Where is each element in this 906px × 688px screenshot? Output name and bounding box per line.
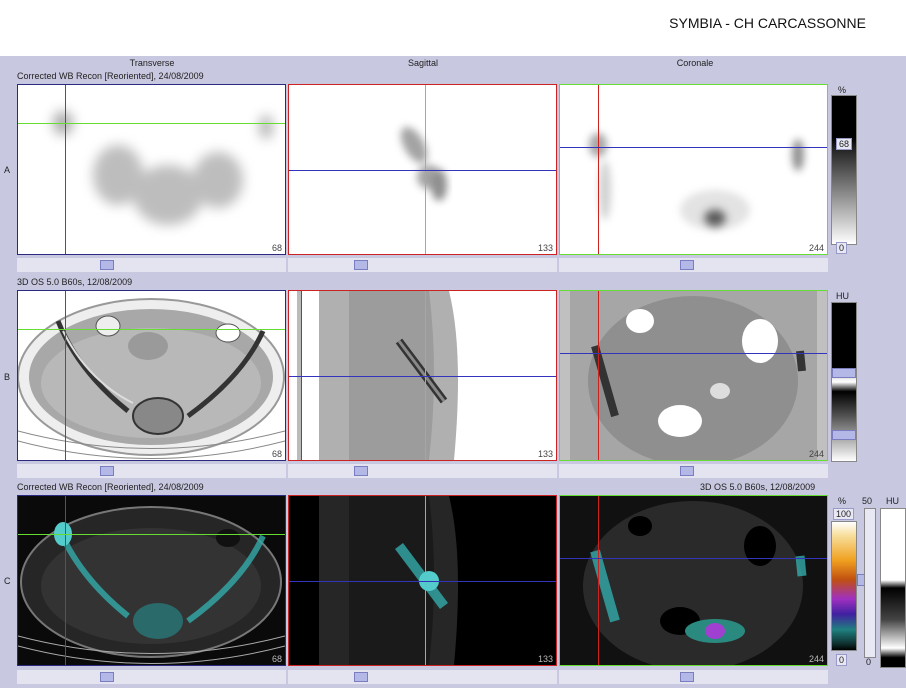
series-label-row-c-ct: 3D OS 5.0 B60s, 12/08/2009 <box>700 482 816 492</box>
fusion-blend-value: 50 <box>862 496 873 506</box>
ct-transverse-image <box>18 298 285 459</box>
crosshair-horizontal[interactable] <box>289 376 556 377</box>
slice-number: 133 <box>537 243 553 253</box>
crosshair-horizontal[interactable] <box>560 353 827 354</box>
slice-number: 244 <box>808 654 824 664</box>
slice-number: 133 <box>537 449 553 459</box>
crosshair-horizontal[interactable] <box>18 534 285 535</box>
title-bar: SYMBIA - CH CARCASSONNE <box>0 0 906 56</box>
crosshair-horizontal[interactable] <box>289 581 556 582</box>
slice-number: 68 <box>271 243 282 253</box>
crosshair-vertical[interactable] <box>65 496 66 665</box>
scale-unit-percent: % <box>838 496 847 506</box>
series-label-row-c: Corrected WB Recon [Reoriented], 24/08/2… <box>17 482 204 492</box>
slider-thumb[interactable] <box>680 672 694 682</box>
window-upper-handle[interactable] <box>832 368 856 378</box>
fusion-blend-min: 0 <box>866 657 872 667</box>
series-label-row-b: 3D OS 5.0 B60s, 12/08/2009 <box>17 277 133 287</box>
slice-number: 244 <box>808 449 824 459</box>
fusion-color-bar[interactable] <box>831 521 857 651</box>
pet-scale-max[interactable]: 100 <box>833 508 855 520</box>
slider-thumb[interactable] <box>100 466 114 476</box>
viewport-b-sagittal[interactable]: 133 <box>288 290 557 461</box>
viewport-a-coronal[interactable]: 244 <box>559 84 828 255</box>
slice-slider-a-sagittal[interactable] <box>288 258 557 272</box>
fusion-transverse-image <box>18 506 285 664</box>
slice-slider-b-sagittal[interactable] <box>288 464 557 478</box>
column-label-sagittal: Sagittal <box>407 58 439 68</box>
pet-coronal-image <box>589 133 804 230</box>
fusion-coronal-image <box>583 501 807 665</box>
slice-number: 68 <box>271 654 282 664</box>
slider-thumb[interactable] <box>354 260 368 270</box>
viewport-b-coronal[interactable]: 244 <box>559 290 828 461</box>
pet-grayscale-bar[interactable] <box>831 95 857 245</box>
slider-thumb[interactable] <box>100 672 114 682</box>
crosshair-vertical[interactable] <box>65 291 66 460</box>
series-label-row-a: Corrected WB Recon [Reoriented], 24/08/2… <box>17 71 204 81</box>
crosshair-horizontal[interactable] <box>560 147 827 148</box>
ct-fusion-grayscale-bar[interactable] <box>880 508 906 668</box>
slice-slider-a-coronal[interactable] <box>559 258 828 272</box>
scale-unit-hu: HU <box>836 291 849 301</box>
ct-coronal-image <box>560 291 827 460</box>
slice-slider-b-transverse[interactable] <box>17 464 286 478</box>
pet-scale-min[interactable]: 0 <box>836 654 848 666</box>
viewport-c-sagittal[interactable]: 133 <box>288 495 557 666</box>
crosshair-vertical[interactable] <box>598 496 599 665</box>
slice-slider-b-coronal[interactable] <box>559 464 828 478</box>
row-label-c: C <box>4 576 11 586</box>
viewport-a-transverse[interactable]: 68 <box>17 84 286 255</box>
column-label-coronal: Coronale <box>676 58 714 68</box>
scale-lower-value[interactable]: 0 <box>836 242 848 254</box>
scale-unit-hu: HU <box>886 496 899 506</box>
row-label-b: B <box>4 372 11 382</box>
pet-transverse-image <box>53 111 273 225</box>
crosshair-vertical[interactable] <box>65 85 66 254</box>
slice-number: 244 <box>808 243 824 253</box>
crosshair-horizontal[interactable] <box>18 329 285 330</box>
window-lower-handle[interactable] <box>832 430 856 440</box>
slider-thumb[interactable] <box>354 672 368 682</box>
viewport-c-transverse[interactable]: 68 <box>17 495 286 666</box>
fusion-blend-slider[interactable] <box>864 508 876 658</box>
crosshair-horizontal[interactable] <box>18 123 285 124</box>
slider-thumb[interactable] <box>680 260 694 270</box>
scale-unit-percent: % <box>838 85 847 95</box>
slice-number: 68 <box>271 449 282 459</box>
slider-thumb[interactable] <box>354 466 368 476</box>
crosshair-vertical[interactable] <box>598 291 599 460</box>
crosshair-horizontal[interactable] <box>289 170 556 171</box>
slice-slider-c-coronal[interactable] <box>559 670 828 684</box>
scale-upper-value[interactable]: 68 <box>836 138 853 150</box>
slider-thumb[interactable] <box>680 466 694 476</box>
slice-slider-a-transverse[interactable] <box>17 258 286 272</box>
crosshair-horizontal[interactable] <box>560 558 827 559</box>
column-label-transverse: Transverse <box>129 58 175 68</box>
viewport-b-transverse[interactable]: 68 <box>17 290 286 461</box>
viewport-a-sagittal[interactable]: 133 <box>288 84 557 255</box>
slider-thumb[interactable] <box>100 260 114 270</box>
slice-slider-c-sagittal[interactable] <box>288 670 557 684</box>
row-label-a: A <box>4 165 11 175</box>
crosshair-vertical[interactable] <box>598 85 599 254</box>
slice-slider-c-transverse[interactable] <box>17 670 286 684</box>
viewport-c-coronal[interactable]: 244 <box>559 495 828 666</box>
slice-number: 133 <box>537 654 553 664</box>
site-title: SYMBIA - CH CARCASSONNE <box>669 15 866 31</box>
